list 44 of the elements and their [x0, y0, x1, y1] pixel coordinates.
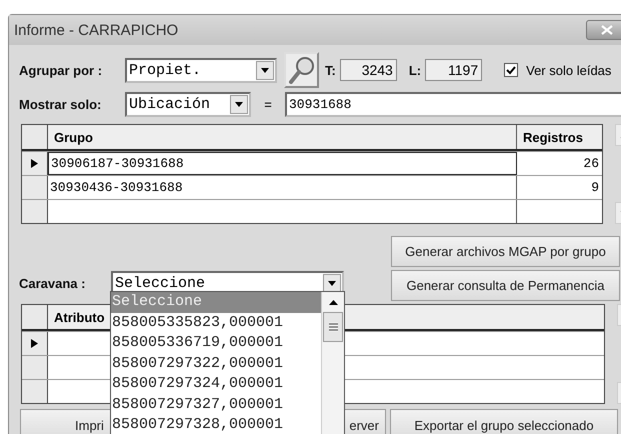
dropdown-option[interactable]: 858005336719,000001 [111, 333, 321, 354]
table-cell-text: 26 [582, 155, 600, 173]
grip-icon [328, 323, 338, 331]
filter-field-dropdown[interactable]: Ubicación [125, 92, 251, 116]
row-header[interactable] [22, 176, 48, 199]
search-button[interactable] [284, 52, 319, 88]
checkbox-label: Ver solo leídas [526, 62, 612, 78]
operator-label: = [263, 96, 273, 112]
dropdown-option[interactable]: 858007297322,000001 [111, 354, 321, 374]
dropdown-arrow-icon [261, 68, 269, 72]
caravana-label: Caravana : [19, 276, 86, 290]
table-cell-text: 9 [590, 179, 600, 197]
action-button[interactable]: Generar archivos MGAP por grupo [391, 236, 620, 267]
column-header: Registros [522, 128, 584, 147]
scrollbar[interactable] [321, 292, 344, 434]
window-title: Informe - CARRAPICHO [14, 22, 178, 38]
bottom-button[interactable]: Exportar el grupo seleccionado [390, 409, 618, 434]
row-pointer-icon[interactable] [22, 152, 48, 175]
filter-label: Mostrar solo: [19, 96, 102, 112]
table-cell: 30906187-30931688 [48, 152, 517, 175]
dropdown-option[interactable]: 858007297327,000001 [111, 394, 321, 415]
total-field: 3243 [340, 59, 397, 81]
total-field: 1197 [425, 59, 482, 81]
search-icon [288, 56, 314, 84]
dropdown-arrow-icon [235, 102, 243, 106]
total-label: L: [408, 62, 422, 78]
dropdown-arrow-icon [328, 280, 336, 286]
column-header: Grupo [48, 125, 517, 149]
row-pointer-icon[interactable] [22, 332, 48, 355]
checkbox[interactable] [504, 63, 518, 77]
close-icon [601, 25, 613, 35]
group-by-label: Agrupar por : [19, 62, 104, 78]
action-button[interactable]: Generar consulta de Permanencia [391, 270, 620, 301]
column-header: Atributo [53, 308, 105, 326]
dropdown-option[interactable]: 858007297328,000001 [111, 415, 321, 434]
filter-value-dropdown[interactable]: 30931688 [285, 92, 621, 116]
group-by-dropdown[interactable]: Propiet. [125, 58, 277, 82]
dropdown-option[interactable]: 858005335823,000001 [111, 312, 321, 333]
table-cell: 30930436-30931688 [48, 176, 517, 199]
total-label: T: [325, 62, 336, 78]
dropdown-option[interactable]: 858007297324,000001 [111, 374, 321, 394]
row-header[interactable] [22, 356, 48, 379]
row-header[interactable] [22, 380, 48, 403]
close-button[interactable] [586, 20, 621, 40]
